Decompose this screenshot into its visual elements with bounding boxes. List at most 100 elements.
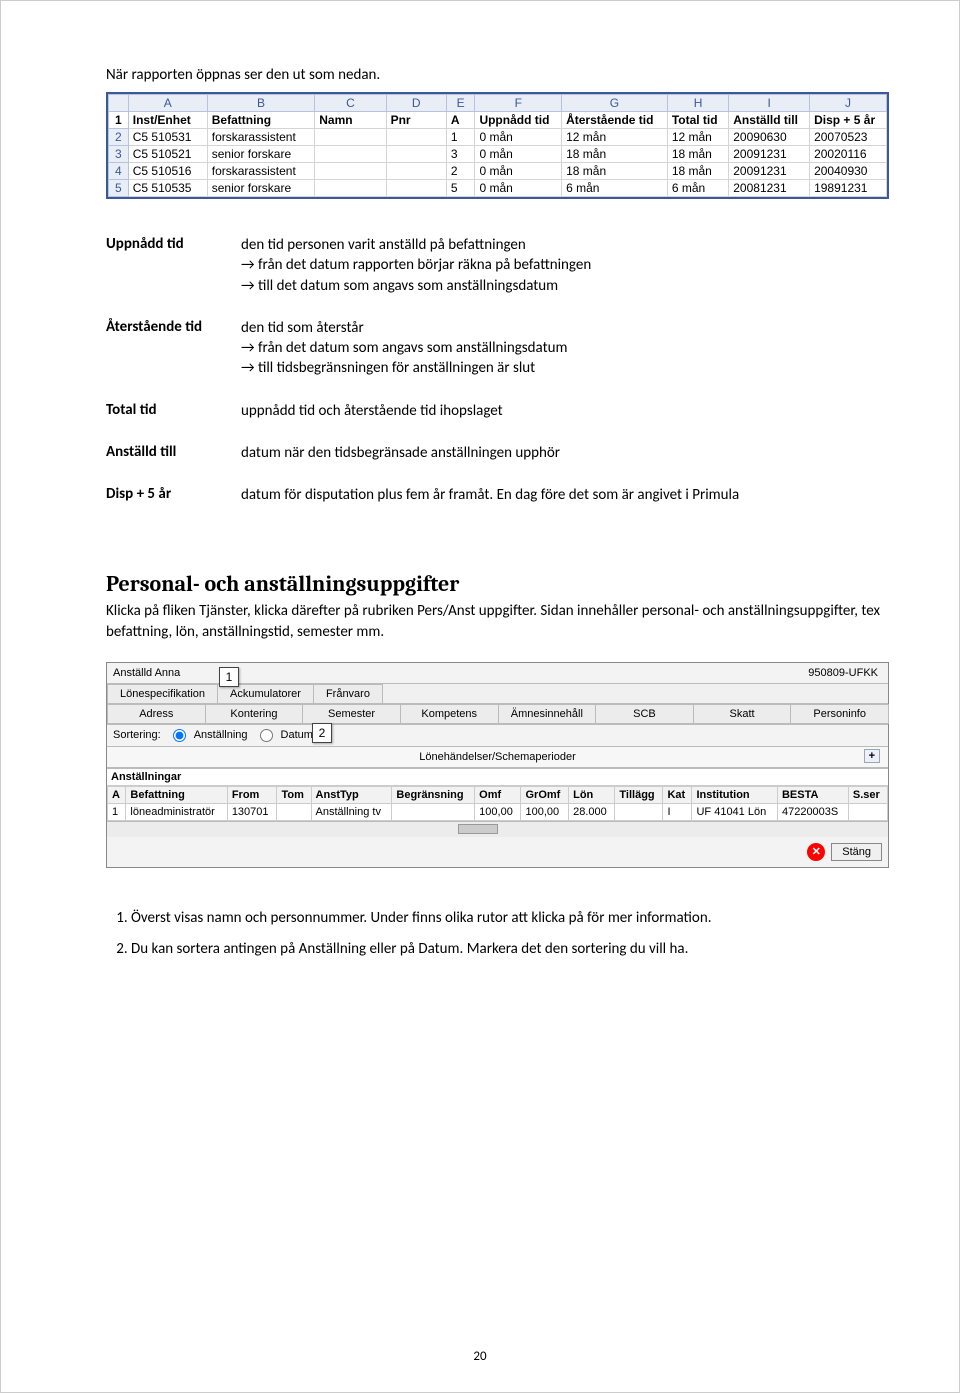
excel-cell: senior forskare: [207, 146, 315, 163]
excel-cell: 12 mån: [562, 129, 668, 146]
grid-cell: löneadministratör: [126, 803, 227, 820]
primula-window: 1 Anställd Anna 950809-UFKK Lönespecifik…: [106, 662, 889, 868]
excel-cell: 0 mån: [475, 163, 562, 180]
excel-cell: C5 510521: [128, 146, 207, 163]
tab-scb[interactable]: SCB: [595, 704, 694, 724]
excel-cell: senior forskare: [207, 180, 315, 197]
excel-header-cell: Anställd till: [729, 112, 810, 129]
scroll-thumb[interactable]: [458, 824, 498, 834]
excel-col-J: J: [810, 95, 887, 112]
excel-cell: 3: [446, 146, 475, 163]
grid-hdr: Institution: [692, 786, 777, 803]
grid-cell: [277, 803, 311, 820]
grid-cell: Anställning tv: [311, 803, 392, 820]
excel-rownum: 5: [109, 180, 129, 197]
excel-cell: 20091231: [729, 146, 810, 163]
grid-cell: 47220003S: [777, 803, 848, 820]
excel-header-cell: Disp + 5 år: [810, 112, 887, 129]
excel-rownum: 4: [109, 163, 129, 180]
close-button[interactable]: Stäng: [831, 843, 882, 861]
grid-hdr: Kat: [663, 786, 692, 803]
grid-hdr: BESTA: [777, 786, 848, 803]
excel-cell: C5 510535: [128, 180, 207, 197]
excel-cell: 6 mån: [562, 180, 668, 197]
grid-wrapper: Anställningar A Befattning From Tom Anst…: [107, 768, 888, 821]
excel-cell: 12 mån: [667, 129, 728, 146]
grid-hdr: Befattning: [126, 786, 227, 803]
excel-col-D: D: [386, 95, 446, 112]
grid-hdr: Tillägg: [615, 786, 663, 803]
callout-2: 2: [312, 723, 332, 743]
def-key: Disp + 5 år: [106, 479, 241, 521]
sort-radio-anstallning[interactable]: [173, 729, 186, 742]
excel-cell: C5 510531: [128, 129, 207, 146]
def-key: Återstående tid: [106, 312, 241, 395]
excel-cell: 1: [446, 129, 475, 146]
mid-header-label: Lönehändelser/Schemaperioder: [419, 751, 576, 763]
excel-col-G: G: [562, 95, 668, 112]
callout-1: 1: [219, 667, 239, 687]
excel-cell: [386, 129, 446, 146]
def-value: uppnådd tid och återstående tid ihopslag…: [241, 395, 739, 437]
excel-cell: [386, 146, 446, 163]
excel-cell: 0 mån: [475, 180, 562, 197]
grid-cell: 1: [108, 803, 126, 820]
grid-hdr: Omf: [475, 786, 521, 803]
tab-kompetens[interactable]: Kompetens: [400, 704, 499, 724]
sort-opt2-label: Datum: [281, 729, 313, 741]
grid-cell: [848, 803, 887, 820]
intro-text: När rapporten öppnas ser den ut som neda…: [106, 66, 889, 84]
grid-cell: I: [663, 803, 692, 820]
tab-amnesinnehall[interactable]: Ämnesinnehåll: [498, 704, 597, 724]
horizontal-scrollbar[interactable]: [107, 821, 888, 837]
tab-kontering[interactable]: Kontering: [205, 704, 304, 724]
excel-report-figure: A B C D E F G H I J 1 Inst/Enhet Befattn…: [106, 92, 889, 199]
excel-cell: 6 mån: [667, 180, 728, 197]
excel-col-C: C: [315, 95, 386, 112]
excel-cell: 18 mån: [562, 163, 668, 180]
tab-skatt[interactable]: Skatt: [693, 704, 792, 724]
excel-cell: 20070523: [810, 129, 887, 146]
tab-lonespec[interactable]: Lönespecifikation: [107, 684, 218, 703]
excel-header-cell: Total tid: [667, 112, 728, 129]
excel-header-cell: Återstående tid: [562, 112, 668, 129]
excel-cell: [386, 163, 446, 180]
grid-cell: 100,00: [521, 803, 569, 820]
excel-cell: 18 mån: [562, 146, 668, 163]
excel-rownum: 2: [109, 129, 129, 146]
excel-cell: 0 mån: [475, 129, 562, 146]
tab-adress[interactable]: Adress: [107, 704, 206, 724]
grid-row[interactable]: 1 löneadministratör 130701 Anställning t…: [108, 803, 888, 820]
close-icon[interactable]: ✕: [807, 843, 825, 861]
grid-hdr: From: [227, 786, 277, 803]
excel-cell: forskarassistent: [207, 163, 315, 180]
note-item: Du kan sortera antingen på Anställning e…: [131, 939, 889, 960]
tab-personinfo[interactable]: Personinfo: [790, 704, 889, 724]
grid-cell: 100,00: [475, 803, 521, 820]
excel-header-cell: A: [446, 112, 475, 129]
excel-cell: 0 mån: [475, 146, 562, 163]
grid-hdr: A: [108, 786, 126, 803]
excel-rownum: 3: [109, 146, 129, 163]
section-heading: Personal- och anställningsuppgifter: [106, 571, 889, 597]
excel-cell: [315, 163, 386, 180]
excel-header-cell: Pnr: [386, 112, 446, 129]
page-number: 20: [1, 1349, 959, 1364]
mid-header: Lönehändelser/Schemaperioder +: [107, 746, 888, 768]
employee-pnr: 950809-UFKK: [808, 667, 878, 679]
add-button[interactable]: +: [864, 749, 880, 763]
excel-rownum: 1: [109, 112, 129, 129]
sort-label: Sortering:: [113, 729, 161, 741]
excel-cell: 5: [446, 180, 475, 197]
excel-cell: 20040930: [810, 163, 887, 180]
sort-radio-datum[interactable]: [260, 729, 273, 742]
excel-cell: [315, 146, 386, 163]
excel-cell: 20090630: [729, 129, 810, 146]
tab-franvaro[interactable]: Frånvaro: [313, 684, 383, 703]
tab-semester[interactable]: Semester: [302, 704, 401, 724]
sort-opt1-label: Anställning: [194, 729, 248, 741]
excel-col-H: H: [667, 95, 728, 112]
excel-cell: 19891231: [810, 180, 887, 197]
excel-corner: [109, 95, 129, 112]
excel-cell: [386, 180, 446, 197]
